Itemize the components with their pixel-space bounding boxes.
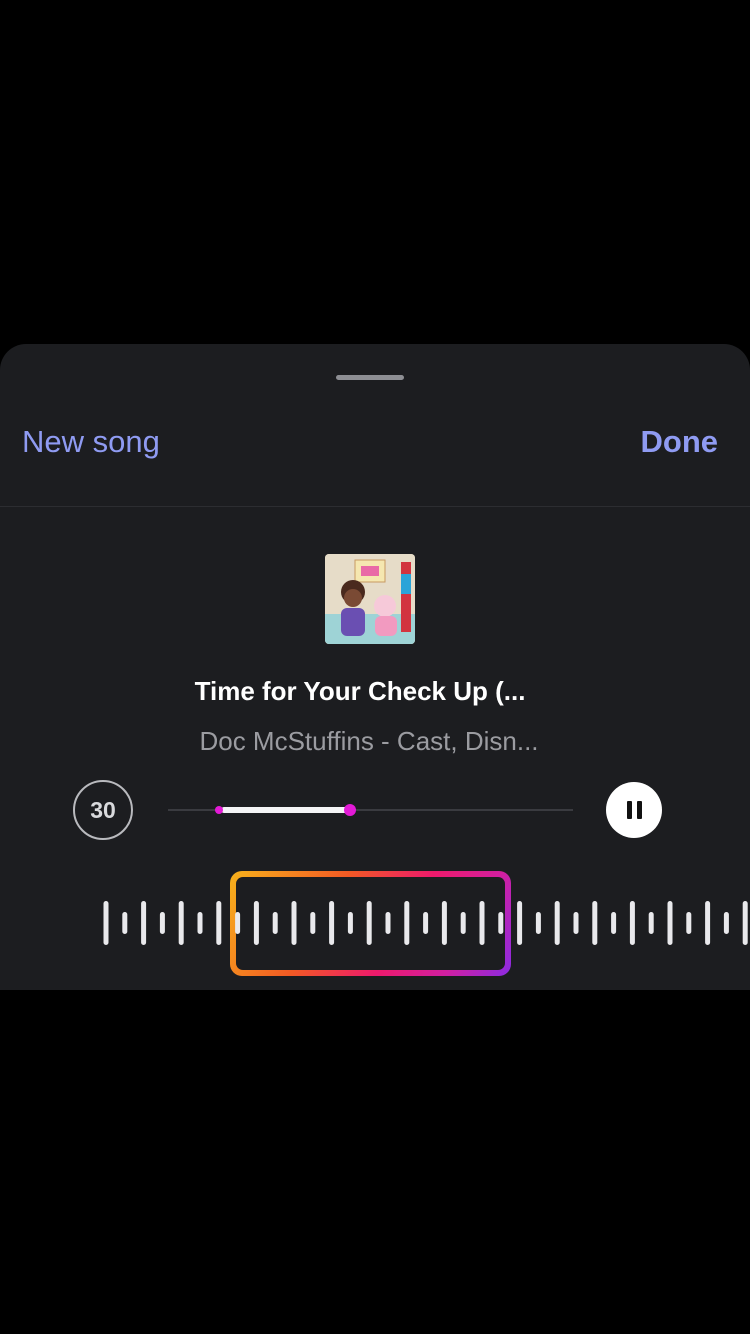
waveform-bar <box>103 901 109 945</box>
waveform-bar <box>441 901 447 945</box>
waveform-bar <box>141 901 147 945</box>
waveform-bar <box>667 901 673 945</box>
clip-progress <box>220 807 351 813</box>
clip-start-marker <box>214 806 223 814</box>
waveform-bar <box>122 912 128 934</box>
waveform-bar <box>629 901 635 945</box>
waveform-bar <box>648 912 654 934</box>
header-divider <box>0 506 750 507</box>
sheet-grabber[interactable] <box>336 375 404 380</box>
song-artist: Doc McStuffins - Cast, Disn... <box>199 726 539 756</box>
waveform-bar <box>686 912 692 934</box>
clip-duration-button[interactable]: 30 <box>73 780 133 840</box>
waveform-bar <box>723 912 729 934</box>
waveform-bar <box>329 901 335 945</box>
waveform-bar <box>385 912 391 934</box>
audio-waveform[interactable] <box>0 867 750 977</box>
waveform-bar <box>291 901 297 945</box>
pause-icon <box>626 801 642 819</box>
waveform-bar <box>235 912 241 934</box>
waveform-bar <box>366 901 372 945</box>
waveform-bar <box>535 912 541 934</box>
song-picker-sheet: New song Done Time for Your Check Up (..… <box>0 344 750 990</box>
waveform-bar <box>498 912 504 934</box>
clip-end-marker[interactable] <box>344 804 357 816</box>
waveform-bar <box>592 901 598 945</box>
waveform-bar <box>253 901 259 945</box>
waveform-bar <box>197 912 203 934</box>
waveform-bar <box>742 901 748 945</box>
waveform-bar <box>272 912 278 934</box>
waveform-bar <box>460 912 466 934</box>
waveform-bar <box>554 901 560 945</box>
song-title: Time for Your Check Up (... <box>194 676 526 706</box>
waveform-bar <box>423 912 429 934</box>
album-artwork <box>325 554 415 644</box>
waveform-bar <box>705 901 711 945</box>
done-button[interactable]: Done <box>641 422 719 462</box>
pause-button[interactable] <box>606 782 662 838</box>
waveform-bar <box>573 912 579 934</box>
waveform-bar <box>216 901 222 945</box>
waveform-bar <box>479 901 485 945</box>
waveform-bar <box>611 912 617 934</box>
waveform-bar <box>178 901 184 945</box>
new-song-button[interactable]: New song <box>22 422 160 462</box>
waveform-bar <box>159 912 165 934</box>
waveform-bar <box>310 912 316 934</box>
waveform-bar <box>404 901 410 945</box>
waveform-bar <box>517 901 523 945</box>
waveform-bar <box>347 912 353 934</box>
